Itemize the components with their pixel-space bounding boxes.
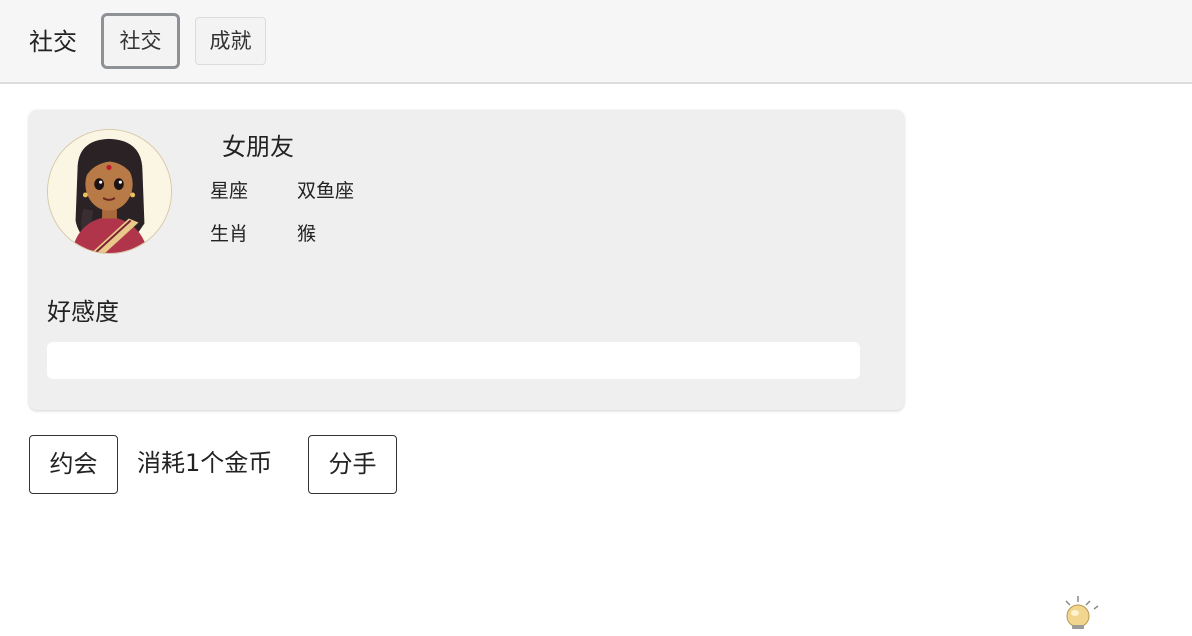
date-button[interactable]: 约会 — [29, 435, 118, 494]
girl-avatar-icon — [47, 129, 172, 254]
zodiac-value: 双鱼座 — [297, 180, 355, 202]
tab-achievements[interactable]: 成就 — [195, 17, 266, 65]
cost-text: 消耗1个金币 — [137, 449, 273, 477]
tab-social[interactable]: 社交 — [101, 13, 180, 69]
character-name: 女朋友 — [222, 133, 294, 161]
chinese-zodiac-label: 生肖 — [210, 223, 249, 245]
top-navbar: 社交 社交 成就 — [0, 0, 1192, 84]
breakup-button[interactable]: 分手 — [308, 435, 397, 494]
app-title: 社交 — [29, 28, 77, 56]
affection-label: 好感度 — [47, 298, 119, 326]
chinese-zodiac-value: 猴 — [297, 223, 317, 245]
character-card: 女朋友 星座 双鱼座 生肖 猴 好感度 — [29, 110, 904, 410]
idea-bulb-icon — [1058, 594, 1100, 630]
affection-progress-bar — [47, 342, 860, 379]
zodiac-label: 星座 — [210, 180, 249, 202]
